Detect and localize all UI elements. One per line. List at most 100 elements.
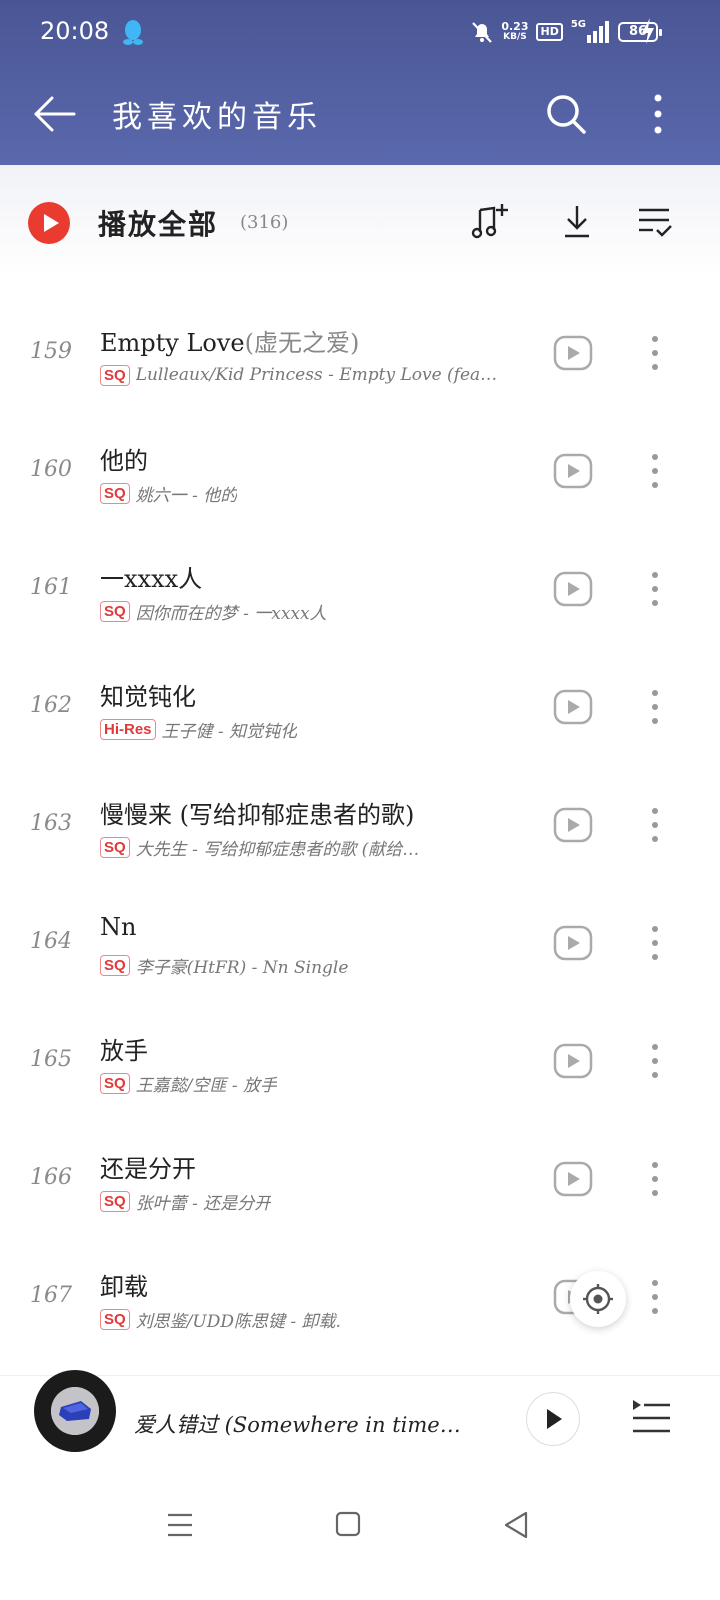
album-art [51, 1387, 99, 1435]
quality-badge: SQ [100, 954, 130, 976]
hd-badge: HD [536, 23, 563, 41]
row-more-icon[interactable] [640, 569, 670, 609]
quality-badge: Hi-Res [100, 718, 156, 740]
song-title-main: 还是分开 [100, 1155, 196, 1183]
page-title: 我喜欢的音乐 [112, 100, 322, 135]
row-more-icon[interactable] [640, 333, 670, 373]
song-subtitle: SQ 张叶蕾 - 还是分开 [100, 1188, 532, 1214]
play-all-label[interactable]: 播放全部 [98, 203, 218, 243]
song-index: 163 [30, 811, 72, 836]
song-title: Nn [100, 913, 136, 941]
song-subtitle: SQ Lulleaux/Kid Princess - Empty Love (f… [100, 362, 532, 388]
list-check-icon[interactable] [633, 200, 677, 244]
song-count: (316) [240, 212, 289, 233]
song-row[interactable]: 162 知觉钝化 Hi-Res 王子健 - 知觉钝化 [0, 649, 720, 767]
video-play-icon[interactable] [553, 1043, 593, 1079]
video-play-icon[interactable] [553, 689, 593, 725]
quality-badge: SQ [100, 482, 130, 504]
row-more-icon[interactable] [640, 923, 670, 963]
song-artist-album: 王嘉懿/空匪 - 放手 [135, 1075, 277, 1096]
status-indicators: 0.23 KB/S HD 5G 86 [471, 18, 662, 46]
song-artist-album: 刘思鉴/UDD陈思键 - 卸载. [135, 1311, 341, 1332]
quality-badge: SQ [100, 836, 130, 858]
song-title-main: 他的 [100, 447, 148, 475]
song-title-main: 卸载 [100, 1273, 148, 1301]
charging-icon [642, 18, 654, 44]
song-title: 知觉钝化 [100, 677, 196, 712]
recent-apps-icon[interactable] [160, 1507, 200, 1543]
home-icon[interactable] [328, 1507, 368, 1543]
row-more-icon[interactable] [640, 805, 670, 845]
row-more-icon[interactable] [640, 1159, 670, 1199]
song-subtitle: SQ 大先生 - 写给抑郁症患者的歌 (献给… [100, 834, 532, 860]
song-title: Empty Love(虚无之爱) [100, 323, 359, 358]
song-title-main: 慢慢来 (写给抑郁症患者的歌) [100, 801, 415, 829]
video-play-icon[interactable] [553, 1161, 593, 1197]
net-speed-value: 0.23 [501, 20, 529, 33]
back-arrow-icon[interactable] [32, 92, 78, 136]
song-artist-album: 大先生 - 写给抑郁症患者的歌 (献给… [135, 839, 420, 860]
quality-badge: SQ [100, 364, 130, 386]
song-title: 还是分开 [100, 1149, 196, 1184]
play-icon [546, 1408, 562, 1429]
album-cover-disc[interactable] [34, 1370, 116, 1452]
row-more-icon[interactable] [640, 451, 670, 491]
more-vertical-icon[interactable] [640, 92, 676, 136]
nav-back-icon[interactable] [496, 1507, 536, 1543]
app-header: 20:08 0.23 KB/S HD 5G 86 我喜欢的音乐 [0, 0, 720, 165]
playlist-icon[interactable] [630, 1396, 672, 1438]
album-art-image-icon [51, 1387, 99, 1435]
video-play-icon[interactable] [553, 925, 593, 961]
song-subtitle: Hi-Res 王子健 - 知觉钝化 [100, 716, 532, 742]
song-title-main: Nn [100, 913, 137, 941]
qq-penguin-icon [123, 20, 143, 45]
row-more-icon[interactable] [640, 1277, 670, 1317]
song-subtitle: SQ 刘思鉴/UDD陈思键 - 卸载. [100, 1306, 532, 1332]
song-index: 165 [30, 1047, 72, 1072]
song-artist-album: 李子豪(HtFR) - Nn Single [135, 957, 349, 978]
mini-play-button[interactable] [526, 1392, 580, 1446]
song-title: 他的 [100, 441, 148, 476]
song-title: 一xxxx人 [100, 559, 202, 594]
quality-badge: SQ [100, 1190, 130, 1212]
song-artist-album: 王子健 - 知觉钝化 [161, 721, 298, 742]
song-row[interactable]: 160 他的 SQ 姚六一 - 他的 [0, 413, 720, 531]
download-icon[interactable] [555, 200, 599, 244]
song-title-main: 知觉钝化 [100, 683, 196, 711]
now-playing-title[interactable]: 爱人错过 (Somewhere in time… [134, 1409, 484, 1439]
song-subtitle: SQ 李子豪(HtFR) - Nn Single [100, 952, 532, 978]
song-title-extra: (虚无之爱) [244, 329, 360, 357]
song-row[interactable]: 166 还是分开 SQ 张叶蕾 - 还是分开 [0, 1121, 720, 1239]
video-play-icon[interactable] [553, 807, 593, 843]
video-play-icon[interactable] [553, 335, 593, 371]
song-index: 160 [30, 457, 72, 482]
search-icon[interactable] [544, 92, 588, 136]
song-subtitle: SQ 因你而在的梦 - 一xxxx人 [100, 598, 532, 624]
song-row[interactable]: 164 Nn SQ 李子豪(HtFR) - Nn Single [0, 885, 720, 1003]
song-index: 167 [30, 1283, 72, 1308]
song-title-main: 放手 [100, 1037, 148, 1065]
song-title-main: 一xxxx人 [100, 565, 203, 593]
play-all-button[interactable] [28, 202, 70, 244]
status-bar: 20:08 0.23 KB/S HD 5G 86 [0, 0, 720, 64]
song-index: 164 [30, 929, 72, 954]
song-row[interactable]: 163 慢慢来 (写给抑郁症患者的歌) SQ 大先生 - 写给抑郁症患者的歌 (… [0, 767, 720, 885]
song-row[interactable]: 165 放手 SQ 王嘉懿/空匪 - 放手 [0, 1003, 720, 1121]
song-index: 159 [30, 339, 72, 364]
song-artist-album: 姚六一 - 他的 [135, 485, 238, 506]
song-row[interactable]: 159 Empty Love(虚无之爱) SQ Lulleaux/Kid Pri… [0, 295, 720, 413]
row-more-icon[interactable] [640, 687, 670, 727]
song-list[interactable]: 159 Empty Love(虚无之爱) SQ Lulleaux/Kid Pri… [0, 295, 720, 1375]
video-play-icon[interactable] [553, 453, 593, 489]
song-row[interactable]: 161 一xxxx人 SQ 因你而在的梦 - 一xxxx人 [0, 531, 720, 649]
signal-5g-label: 5G [570, 18, 586, 30]
locate-current-button[interactable] [570, 1271, 626, 1327]
music-add-icon[interactable] [468, 200, 512, 244]
song-artist-album: Lulleaux/Kid Princess - Empty Love (fea… [135, 365, 498, 385]
song-artist-album: 因你而在的梦 - 一xxxx人 [135, 603, 327, 624]
mute-bell-icon [472, 22, 493, 43]
song-title: 卸载 [100, 1267, 148, 1302]
video-play-icon[interactable] [553, 571, 593, 607]
row-more-icon[interactable] [640, 1041, 670, 1081]
cell-signal-icon [587, 21, 609, 43]
